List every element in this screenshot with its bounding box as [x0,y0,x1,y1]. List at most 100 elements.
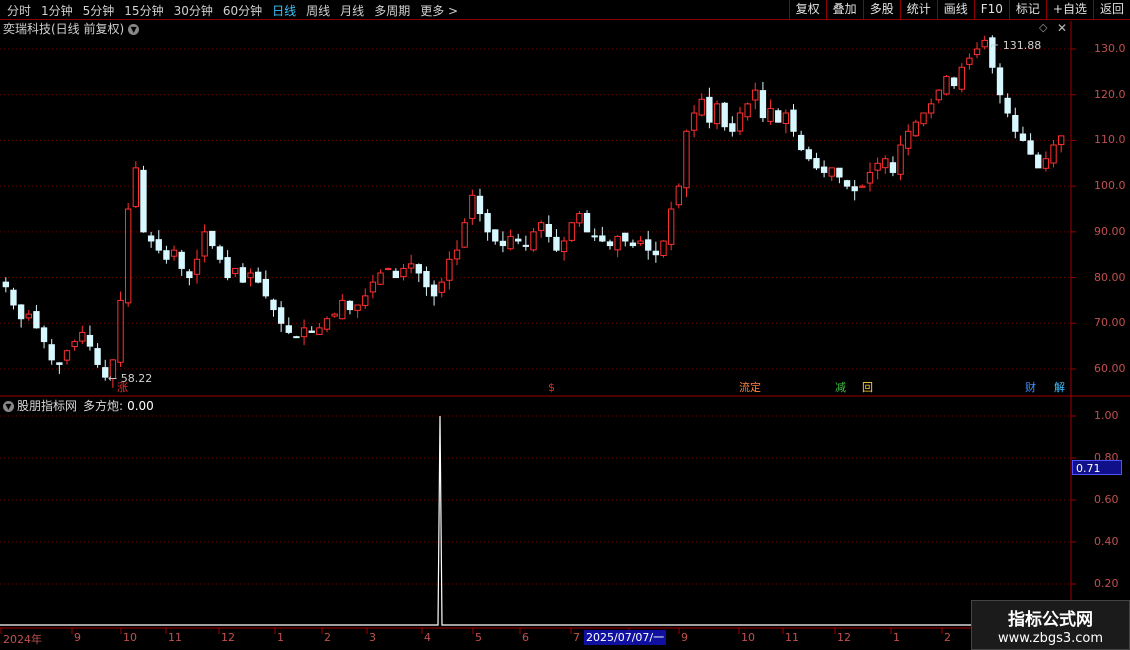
candle-body [958,66,965,90]
candle-body [775,110,782,123]
cursor-date: 2025/07/07/一 [584,630,667,645]
candle-body [706,96,713,123]
candle-body [453,249,461,260]
candle-body [767,107,774,122]
candle-body [553,236,560,251]
x-axis-label: 6 [522,631,529,644]
candle-body [224,257,231,279]
candle-body [209,230,216,247]
candle-body [981,39,988,48]
candle-body [323,318,331,330]
candle-body [132,167,140,208]
candle-body [920,112,927,125]
candle-body [966,57,973,65]
candle-body [216,246,224,260]
candle-body [277,307,285,324]
candle-body [117,299,124,363]
x-axis-label: 9 [74,631,81,644]
candle-body [537,222,545,231]
x-axis-label: 9 [681,631,688,644]
x-axis-label: 12 [837,631,851,644]
indicator-axis-label: 0.20 [1094,577,1119,590]
indicator-line [0,415,1071,626]
chevron-down-icon[interactable]: ▼ [3,400,14,412]
candle-body [828,167,835,177]
candle-body [851,186,858,192]
candle-body [752,89,759,101]
candle-body [515,238,522,242]
candle-body [996,67,1004,96]
candle-body [667,208,675,245]
candle-body [836,167,843,178]
candle-body [63,350,71,361]
candle-body [1035,154,1042,169]
event-badge-1[interactable]: $ [547,381,556,395]
candle-body [927,103,935,114]
candle-body [385,267,392,271]
candle-body [201,231,208,257]
candle-body [759,90,767,119]
event-badge-4[interactable]: 回 [861,381,874,395]
candle-body [721,102,728,128]
indicator-name: 股朋指标网 [17,399,78,413]
candle-body [392,270,400,279]
candle-body [147,235,155,242]
event-badge-2[interactable]: 流定 [738,381,762,395]
candle-body [262,278,270,297]
candle-body [484,213,491,233]
candle-body [232,267,239,274]
event-badge-5[interactable]: 财 [1024,381,1037,395]
candle-body [285,325,292,333]
candle-body [193,258,201,275]
candle-body [882,158,889,169]
candle-body [400,267,407,278]
watermark-title: 指标公式网 [1008,610,1093,630]
candle-body [300,327,308,338]
x-axis-label: 5 [475,631,482,644]
indicator-current-value: 0.71 [1072,460,1122,475]
candle-body [125,208,132,304]
candle-body [614,235,621,251]
candle-body [446,258,453,281]
candle-body [729,123,736,132]
candle-body [591,235,598,238]
event-badge-3[interactable]: 减 [834,381,847,395]
candle-body [560,240,568,253]
x-axis-label: 2 [324,631,331,644]
candle-body [576,213,583,224]
candle-body [713,103,721,125]
indicator-title: ▼ 股朋指标网 多方炮: 0.00 [3,398,154,414]
price-axis-label: 110.0 [1094,133,1126,147]
candle-body [1004,97,1011,114]
price-axis-label: 70.00 [1094,316,1126,330]
candle-body [660,240,667,257]
indicator-value: 0.00 [127,399,154,413]
candle-body [599,235,606,242]
candle-body [820,166,828,173]
candle-body [438,281,445,293]
candle-body [874,162,881,171]
candle-body [645,239,652,251]
indicator-axis-label: 0.60 [1094,493,1119,506]
price-axis-label: 80.00 [1094,270,1126,284]
candle-body [782,112,790,124]
candle-body [1019,133,1027,141]
candle-body [369,281,377,293]
candle-body [255,271,262,283]
x-axis-label: 3 [369,631,376,644]
candle-body [866,171,874,184]
candle-body [415,264,422,274]
event-badge-6[interactable]: 解 [1053,381,1066,395]
kline-chart[interactable] [0,0,1130,650]
candle-body [140,169,147,233]
high-price-label: ⌐ 131.88 [990,39,1042,52]
candle-body [86,334,94,347]
x-axis-label: 4 [424,631,431,644]
x-axis-label: 11 [168,631,182,644]
candle-body [622,232,629,242]
watermark: 指标公式网 www.zbgs3.com [971,600,1130,650]
candle-body [239,267,247,283]
high-price-value: 131.88 [1002,39,1042,52]
indicator-axis-label: 1.00 [1094,409,1119,422]
candle-body [943,75,950,95]
